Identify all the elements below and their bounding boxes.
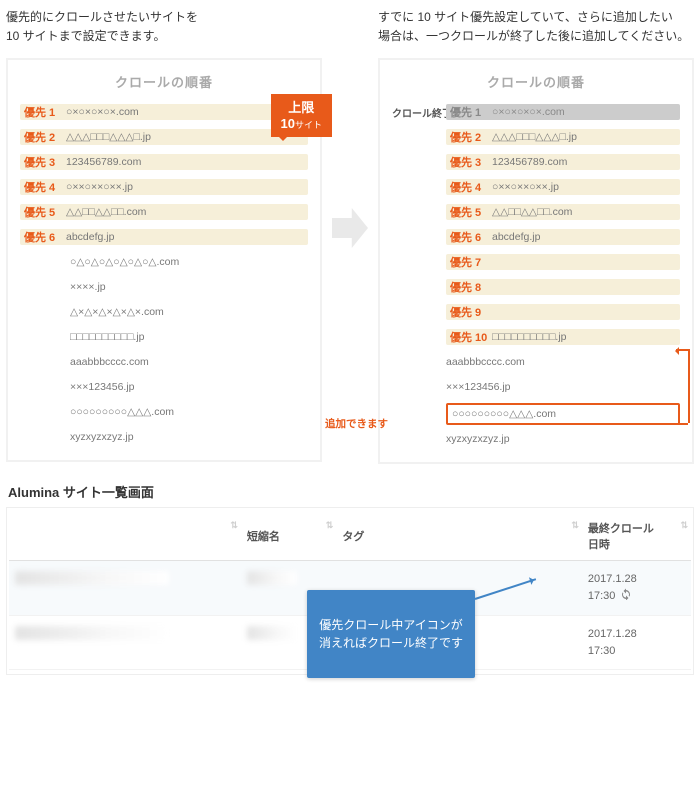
queue-row: □□□□□□□□□□.jp: [20, 326, 308, 348]
col-tag[interactable]: タグ⇅: [336, 512, 582, 561]
priority-row: 優先 6abcdefg.jp: [392, 226, 680, 248]
col-short[interactable]: 短縮名⇅: [241, 512, 336, 561]
screen-title: Alumina サイト一覧画面: [8, 482, 694, 501]
priority-row: 優先 1○×○×○×○×.com: [20, 101, 308, 123]
queue-row: △×△×△×△×△×.com: [20, 301, 308, 323]
right-panel: クロールの順番 クロール終了優先 1○×○×○×○×.com 優先 2△△△□□□…: [378, 58, 694, 464]
left-intro: 優先的にクロールさせたいサイトを 10 サイトまで設定できます。: [6, 8, 322, 48]
priority-row: 優先 8: [392, 276, 680, 298]
arrow-right-icon: [332, 208, 368, 248]
priority-row: 優先 6abcdefg.jp: [20, 226, 308, 248]
left-panel: クロールの順番 優先 1○×○×○×○×.com 優先 2△△△□□□△△△□.j…: [6, 58, 322, 462]
right-intro: すでに 10 サイト優先設定していて、さらに追加したい 場合は、一つクロールが終…: [378, 8, 694, 48]
right-panel-title: クロールの順番: [392, 72, 680, 91]
sort-icon[interactable]: ⇅: [230, 520, 235, 531]
priority-row: 優先 2△△△□□□△△△□.jp: [392, 126, 680, 148]
queue-row: ××××.jp: [20, 276, 308, 298]
sort-icon[interactable]: ⇅: [326, 520, 331, 531]
queue-row: aaabbbcccc.com: [20, 351, 308, 373]
priority-row: クロール終了優先 1○×○×○×○×.com: [392, 101, 680, 123]
queue-row: ○△○△○△○△○△○△.com: [20, 251, 308, 273]
addable-row: 追加できます○○○○○○○○○△△△.com: [392, 403, 680, 425]
priority-row: 優先 10□□□□□□□□□□.jp: [392, 326, 680, 348]
queue-row: ×××123456.jp: [392, 376, 680, 398]
priority-row: 優先 2△△△□□□△△△□.jp: [20, 126, 308, 148]
priority-row: 優先 5△△□□△△□□.com: [392, 201, 680, 223]
transition-arrow: [330, 8, 370, 248]
queue-row: xyzxyzxzyz.jp: [20, 426, 308, 448]
priority-row: 優先 9: [392, 301, 680, 323]
reload-icon: [620, 588, 632, 606]
limit-callout: 上限 10サイト: [271, 94, 332, 137]
site-table: ⇅ 短縮名⇅ タグ⇅ 最終クロール 日時⇅ 2017.1.2817:30 201…: [6, 507, 694, 675]
priority-row: 優先 3123456789.com: [20, 151, 308, 173]
queue-row: ○○○○○○○○○△△△.com: [20, 401, 308, 423]
priority-row: 優先 5△△□□△△□□.com: [20, 201, 308, 223]
left-panel-title: クロールの順番: [20, 72, 308, 91]
col-date[interactable]: 最終クロール 日時⇅: [582, 512, 691, 561]
col-name[interactable]: ⇅: [9, 512, 241, 561]
sort-icon[interactable]: ⇅: [571, 520, 576, 531]
queue-row: ×××123456.jp: [20, 376, 308, 398]
queue-row: aaabbbcccc.com: [392, 351, 680, 373]
right-column: すでに 10 サイト優先設定していて、さらに追加したい 場合は、一つクロールが終…: [378, 8, 694, 464]
left-column: 優先的にクロールさせたいサイトを 10 サイトまで設定できます。 クロールの順番…: [6, 8, 322, 462]
queue-row: xyzxyzxzyz.jp: [392, 428, 680, 450]
priority-row: 優先 4○××○××○××.jp: [20, 176, 308, 198]
sort-icon[interactable]: ⇅: [680, 520, 685, 531]
priority-row: 優先 3123456789.com: [392, 151, 680, 173]
priority-row: 優先 4○××○××○××.jp: [392, 176, 680, 198]
priority-row: 優先 7: [392, 251, 680, 273]
tooltip-crawl-done: 優先クロール中アイコンが 消えればクロール終了です: [307, 590, 475, 678]
